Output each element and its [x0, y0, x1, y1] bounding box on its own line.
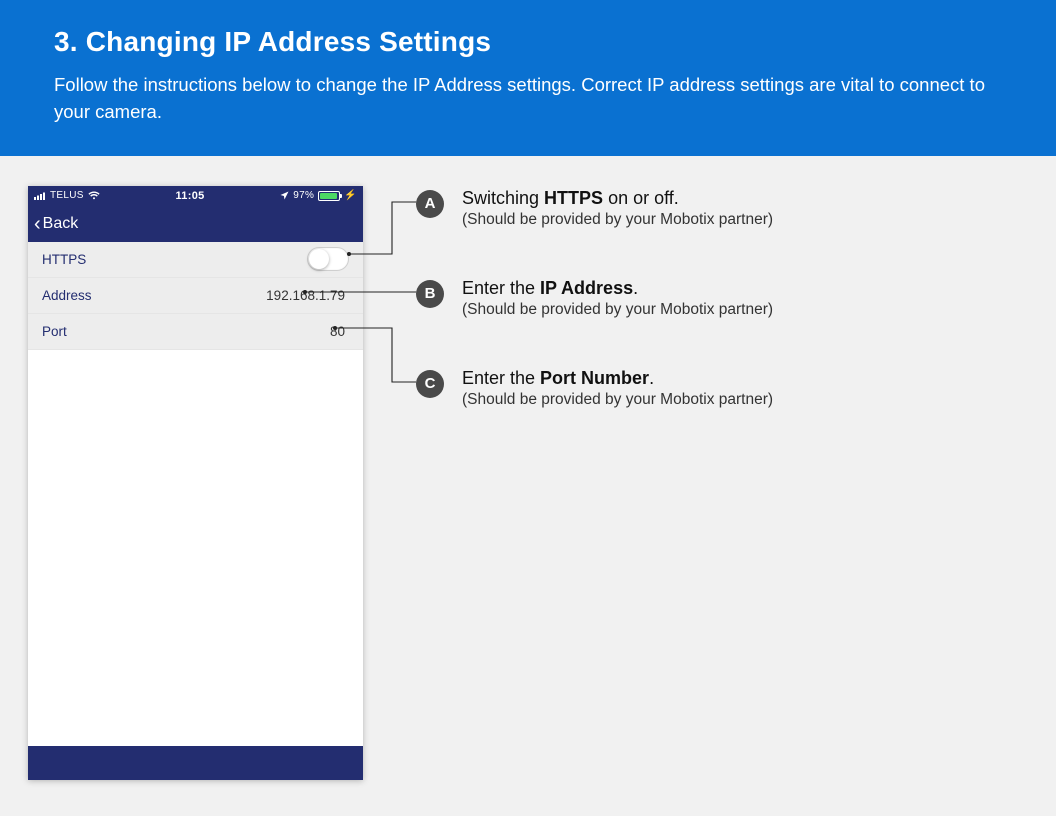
callout-c: C Enter the Port Number. (Should be prov…	[416, 368, 976, 410]
https-toggle[interactable]	[307, 247, 349, 271]
row-https: HTTPS	[28, 242, 363, 278]
callout-b: B Enter the IP Address. (Should be provi…	[416, 278, 976, 320]
address-value[interactable]: 192.168.1.79	[266, 288, 349, 303]
callout-a-sub: (Should be provided by your Mobotix part…	[462, 211, 773, 229]
header-banner: 3. Changing IP Address Settings Follow t…	[0, 0, 1056, 156]
location-icon	[280, 191, 289, 200]
callout-a-bold: HTTPS	[544, 188, 603, 208]
battery-pct-label: 97%	[293, 190, 314, 201]
back-label: Back	[43, 215, 79, 233]
nav-bar: ‹ Back	[28, 206, 363, 242]
callout-badge-b: B	[416, 280, 444, 308]
settings-list: HTTPS Address 192.168.1.79 Port 80	[28, 242, 363, 350]
callout-c-sub: (Should be provided by your Mobotix part…	[462, 391, 773, 409]
signal-icon	[34, 192, 46, 200]
port-label: Port	[42, 324, 67, 339]
callout-badge-c: C	[416, 370, 444, 398]
callout-text-a: Switching HTTPS on or off. (Should be pr…	[462, 188, 773, 230]
phone-bottom-bar	[28, 746, 363, 780]
port-value[interactable]: 80	[330, 324, 349, 339]
content-area: TELUS 11:05 97% ⚡	[0, 156, 1056, 816]
page-subtitle: Follow the instructions below to change …	[54, 72, 1002, 126]
carrier-label: TELUS	[50, 190, 84, 201]
wifi-icon	[88, 191, 100, 200]
callout-b-sub: (Should be provided by your Mobotix part…	[462, 301, 773, 319]
toggle-knob	[309, 249, 329, 269]
callout-c-post: .	[649, 368, 654, 388]
back-button[interactable]: ‹ Back	[34, 214, 78, 234]
charging-icon: ⚡	[344, 191, 357, 201]
https-label: HTTPS	[42, 252, 86, 267]
page-root: 3. Changing IP Address Settings Follow t…	[0, 0, 1056, 816]
callout-b-bold: IP Address	[540, 278, 633, 298]
callout-b-pre: Enter the	[462, 278, 540, 298]
battery-icon	[318, 191, 340, 201]
callout-badge-a: A	[416, 190, 444, 218]
status-bar: TELUS 11:05 97% ⚡	[28, 186, 363, 206]
row-port: Port 80	[28, 314, 363, 350]
phone-mockup: TELUS 11:05 97% ⚡	[28, 186, 363, 780]
phone-body-blank	[28, 350, 363, 746]
row-address: Address 192.168.1.79	[28, 278, 363, 314]
callout-text-b: Enter the IP Address. (Should be provide…	[462, 278, 773, 320]
clock-label: 11:05	[176, 190, 205, 202]
callout-c-bold: Port Number	[540, 368, 649, 388]
address-label: Address	[42, 288, 92, 303]
callout-c-pre: Enter the	[462, 368, 540, 388]
chevron-left-icon: ‹	[34, 214, 41, 234]
page-title: 3. Changing IP Address Settings	[54, 26, 1002, 58]
callout-b-post: .	[633, 278, 638, 298]
callout-text-c: Enter the Port Number. (Should be provid…	[462, 368, 773, 410]
callout-a: A Switching HTTPS on or off. (Should be …	[416, 188, 976, 230]
callout-a-post: on or off.	[603, 188, 679, 208]
callout-a-pre: Switching	[462, 188, 544, 208]
